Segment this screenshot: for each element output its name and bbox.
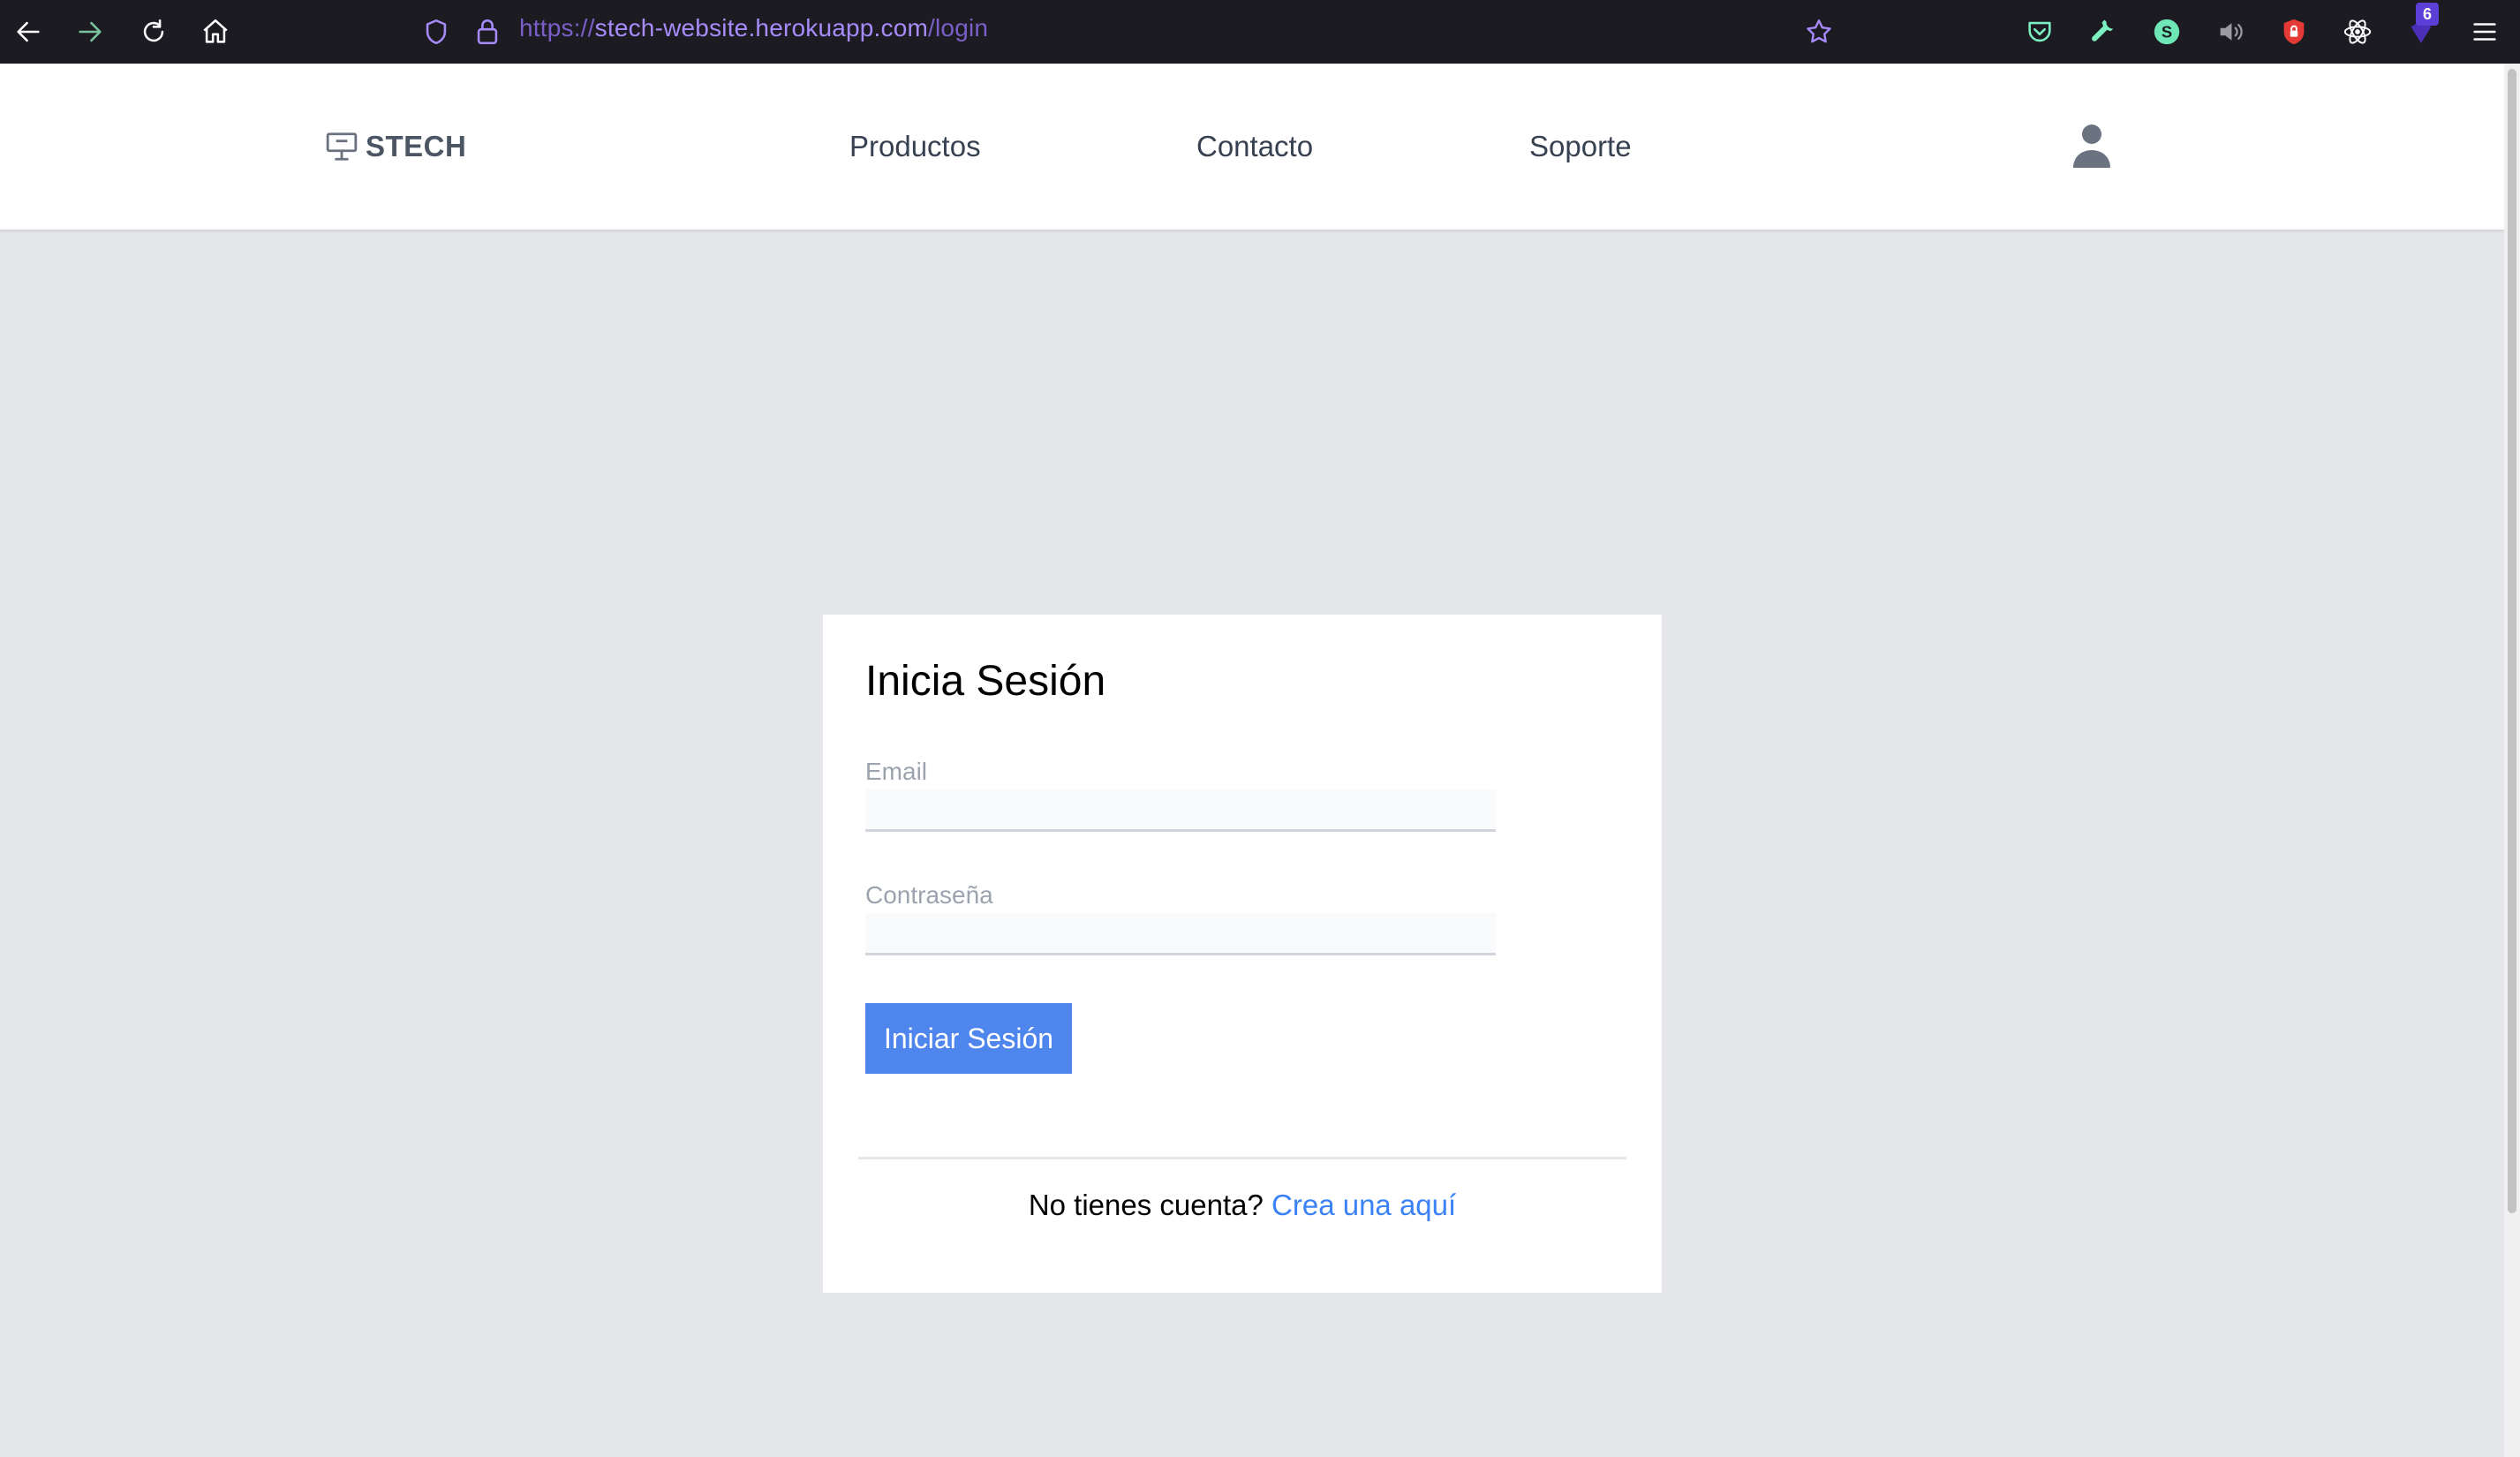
url-text[interactable]: https://stech-website.herokuapp.com/logi… <box>519 0 988 64</box>
arrow-left-icon <box>17 21 40 42</box>
lock-icon <box>477 19 498 45</box>
url-scheme: https:// <box>519 14 595 42</box>
reload-icon <box>143 19 164 42</box>
url-path: /login <box>928 14 989 42</box>
password-label: Contraseña <box>865 881 993 909</box>
adblock-button[interactable] <box>2266 0 2322 64</box>
extension-count-badge: 6 <box>2416 3 2439 26</box>
react-devtools-button[interactable] <box>2329 0 2386 64</box>
forward-button[interactable] <box>62 0 118 64</box>
email-field[interactable] <box>865 789 1496 832</box>
page-title: Inicia Sesión <box>865 658 1106 705</box>
s-circle-icon: S <box>2154 19 2180 45</box>
app-menu-button[interactable] <box>2456 0 2513 64</box>
url-host: stech-website.herokuapp.com <box>594 14 929 42</box>
email-label: Email <box>865 758 928 785</box>
red-shield-icon <box>2283 19 2305 45</box>
sound-button[interactable] <box>2202 0 2259 64</box>
home-button[interactable] <box>187 0 244 64</box>
star-icon <box>1807 19 1831 43</box>
hamburger-icon <box>2473 23 2496 41</box>
divider <box>858 1157 1626 1159</box>
bookmark-button[interactable] <box>1791 0 1847 64</box>
shield-icon <box>426 19 447 45</box>
brand-name: STECH <box>366 130 467 162</box>
password-field[interactable] <box>865 913 1496 955</box>
login-button[interactable]: Iniciar Sesión <box>865 1003 1072 1074</box>
monitor-icon <box>326 132 358 161</box>
nav-contacto[interactable]: Contacto <box>1196 64 1313 230</box>
site-header: STECH Productos Contacto Soporte <box>0 64 2504 230</box>
login-card: Inicia Sesión Email Contraseña Iniciar S… <box>823 615 1662 1293</box>
no-account-text: No tienes cuenta? <box>1028 1189 1264 1221</box>
reload-button[interactable] <box>125 0 182 64</box>
scrollbar-thumb[interactable] <box>2508 69 2516 1213</box>
signup-prompt: No tienes cuenta? Crea una aquí <box>823 1189 1662 1222</box>
pocket-button[interactable] <box>2011 0 2068 64</box>
home-icon <box>203 19 228 43</box>
devtools-button[interactable] <box>2075 0 2131 64</box>
brand-logo[interactable]: STECH <box>325 64 466 230</box>
signup-link[interactable]: Crea una aquí <box>1271 1189 1456 1221</box>
speaker-icon <box>2220 23 2243 41</box>
back-button[interactable] <box>0 0 57 64</box>
arrow-right-icon <box>79 21 102 42</box>
nav-productos[interactable]: Productos <box>849 64 981 230</box>
react-atom-icon <box>2343 19 2372 44</box>
user-icon[interactable] <box>2071 124 2112 170</box>
wrench-icon <box>2092 19 2114 42</box>
browser-toolbar: https://stech-website.herokuapp.com/logi… <box>0 0 2520 64</box>
svg-text:S: S <box>2162 22 2172 41</box>
pocket-icon <box>2028 21 2051 42</box>
nav-soporte[interactable]: Soporte <box>1529 64 1632 230</box>
tracking-protection-button[interactable] <box>408 0 464 64</box>
site-security-button[interactable] <box>459 0 516 64</box>
extension-s-button[interactable]: S <box>2139 0 2195 64</box>
